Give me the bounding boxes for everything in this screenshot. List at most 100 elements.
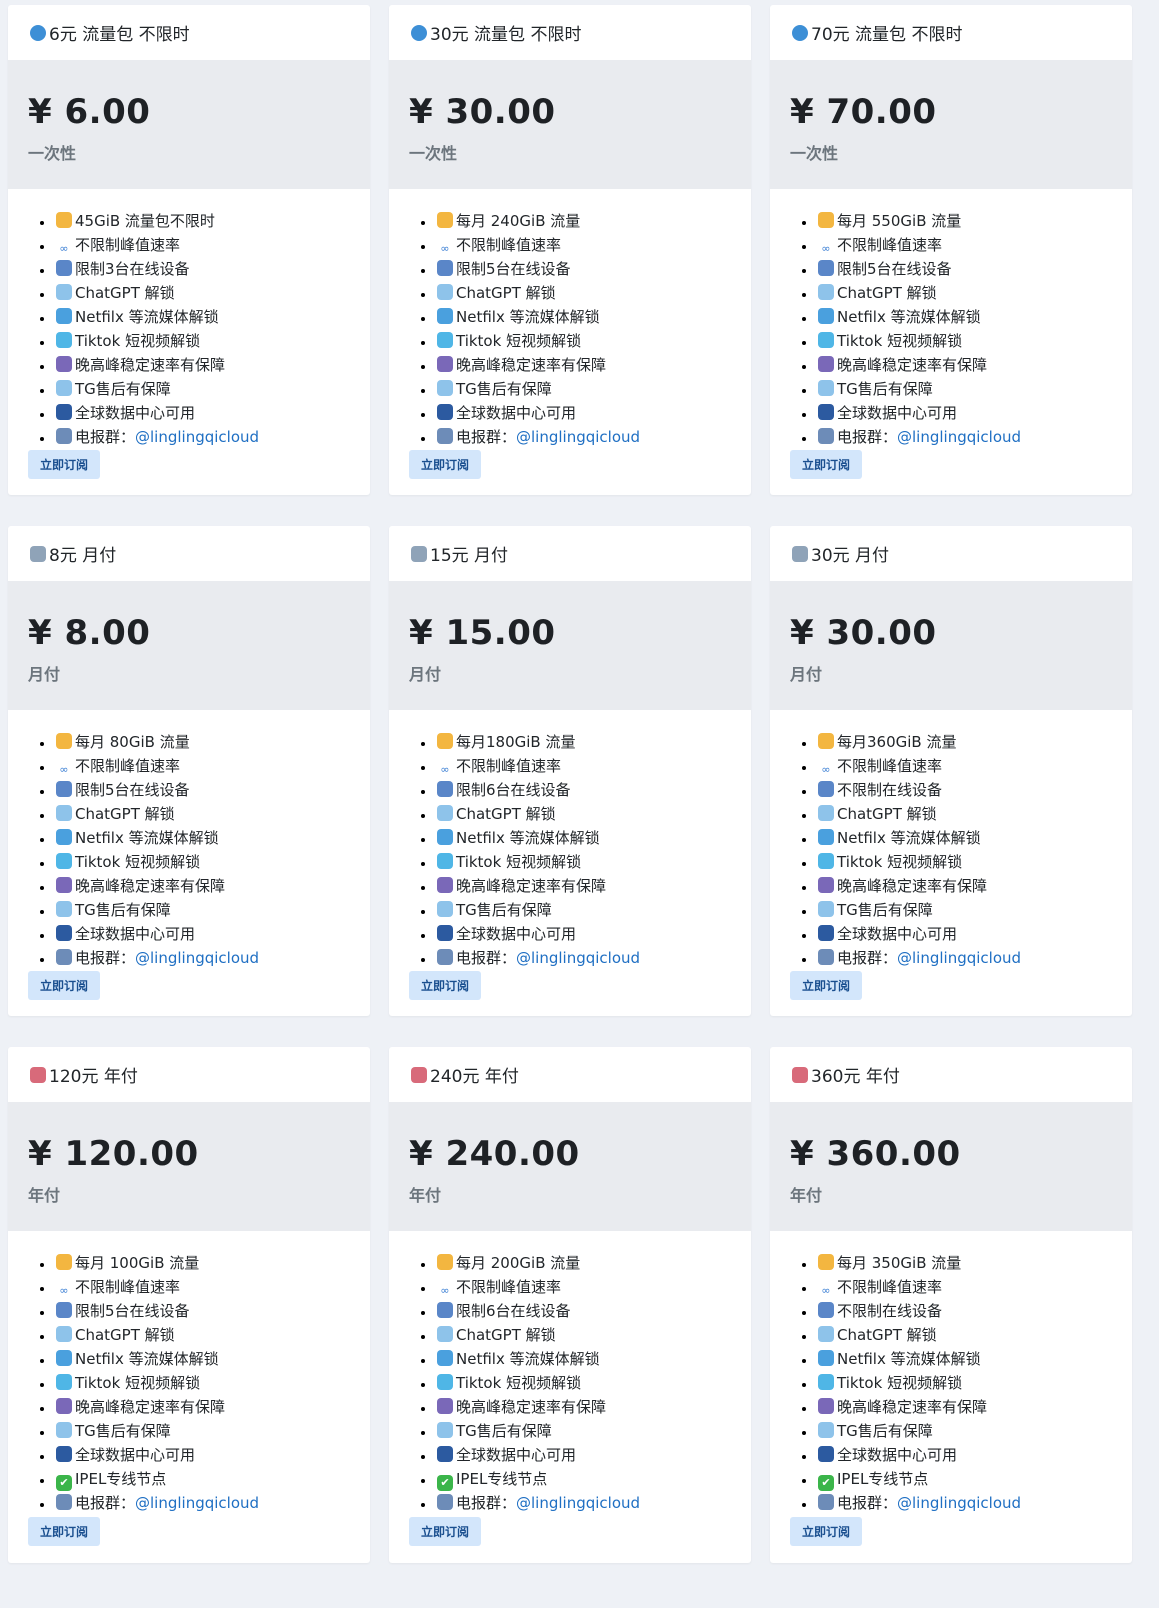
- feature-item: ChatGPT 解锁: [435, 1323, 751, 1347]
- price-amount: ¥ 120.00: [28, 1134, 199, 1174]
- person-icon: [56, 1254, 72, 1270]
- telegram-group-link[interactable]: @linglingqicloud: [516, 428, 640, 446]
- feature-item: 全球数据中心可用: [435, 401, 751, 425]
- subscribe-button[interactable]: 立即订阅: [409, 1517, 481, 1546]
- plan-name: 30元 流量包 不限时: [430, 25, 582, 45]
- plan-card: 15元 月付¥ 15.00月付每月180GiB 流量∞不限制峰值速率限制6台在线…: [389, 526, 751, 1016]
- speech-icon: [56, 428, 72, 444]
- feature-item: 全球数据中心可用: [54, 922, 370, 946]
- feature-item: TG售后有保障: [54, 1419, 370, 1443]
- speech-icon: [56, 1494, 72, 1510]
- feature-text: IPEL专线节点: [75, 1470, 167, 1488]
- feature-item: ∞不限制峰值速率: [816, 1275, 1132, 1299]
- dolphin-icon: [818, 853, 834, 869]
- telegram-group-link[interactable]: @linglingqicloud: [897, 949, 1021, 967]
- feature-item: ChatGPT 解锁: [435, 802, 751, 826]
- feature-text: 全球数据中心可用: [75, 1446, 196, 1464]
- feature-text: 电报群：: [837, 1494, 898, 1512]
- feature-item: ∞不限制峰值速率: [816, 754, 1132, 778]
- subscribe-button[interactable]: 立即订阅: [409, 450, 481, 479]
- feature-text: 晚高峰稳定速率有保障: [75, 356, 226, 374]
- feature-item: 45GiB 流量包不限时: [54, 209, 370, 233]
- telegram-group-link[interactable]: @linglingqicloud: [135, 1494, 259, 1512]
- feature-text: TG售后有保障: [837, 380, 933, 398]
- fish-icon: [56, 1350, 72, 1366]
- feature-list: 每月360GiB 流量∞不限制峰值速率不限制在线设备ChatGPT 解锁Netf…: [770, 710, 1132, 970]
- subscribe-button[interactable]: 立即订阅: [409, 971, 481, 1000]
- satellite-icon: [437, 1446, 453, 1462]
- feature-text: 全球数据中心可用: [837, 404, 958, 422]
- subscribe-button[interactable]: 立即订阅: [790, 1517, 862, 1546]
- speech-icon: [437, 1494, 453, 1510]
- feature-text: 不限制峰值速率: [456, 757, 562, 775]
- feature-item: 电报群：@linglingqicloud: [816, 1491, 1132, 1515]
- feature-item: 限制5台在线设备: [54, 778, 370, 802]
- telegram-group-link[interactable]: @linglingqicloud: [516, 949, 640, 967]
- feature-item: 限制6台在线设备: [435, 1299, 751, 1323]
- rocket-icon: [411, 1066, 427, 1083]
- subscribe-button[interactable]: 立即订阅: [790, 450, 862, 479]
- telegram-group-link[interactable]: @linglingqicloud: [897, 428, 1021, 446]
- feature-text: Netfilx 等流媒体解锁: [837, 829, 981, 847]
- feature-text: TG售后有保障: [75, 380, 171, 398]
- feature-item: 晚高峰稳定速率有保障: [54, 1395, 370, 1419]
- chart-icon: [56, 260, 72, 276]
- feature-text: 限制3台在线设备: [75, 260, 190, 278]
- feature-item: TG售后有保障: [816, 377, 1132, 401]
- feature-item: ✔IPEL专线节点: [435, 1467, 751, 1491]
- feature-item: TG售后有保障: [435, 898, 751, 922]
- fish-icon: [818, 829, 834, 845]
- subscribe-button[interactable]: 立即订阅: [790, 971, 862, 1000]
- feature-text: Netfilx 等流媒体解锁: [456, 308, 600, 326]
- feature-list: 每月 200GiB 流量∞不限制峰值速率限制6台在线设备ChatGPT 解锁Ne…: [389, 1231, 751, 1515]
- planet-icon: [437, 356, 453, 372]
- feature-text: ChatGPT 解锁: [75, 1326, 175, 1344]
- dolphin-icon: [818, 332, 834, 348]
- plan-title: 240元 年付: [389, 1047, 751, 1102]
- price-period: 年付: [28, 1186, 61, 1205]
- feature-item: 晚高峰稳定速率有保障: [816, 353, 1132, 377]
- telegram-group-link[interactable]: @linglingqicloud: [135, 428, 259, 446]
- feature-text: 电报群：: [75, 428, 136, 446]
- feature-list: 每月 80GiB 流量∞不限制峰值速率限制5台在线设备ChatGPT 解锁Net…: [8, 710, 370, 970]
- robot-icon: [437, 901, 453, 917]
- chart-icon: [437, 781, 453, 797]
- feature-item: 每月 350GiB 流量: [816, 1251, 1132, 1275]
- feature-item: 每月360GiB 流量: [816, 730, 1132, 754]
- feature-item: TG售后有保障: [816, 1419, 1132, 1443]
- feature-text: 每月180GiB 流量: [456, 733, 576, 751]
- feature-item: ChatGPT 解锁: [54, 281, 370, 305]
- feature-text: Netfilx 等流媒体解锁: [75, 829, 219, 847]
- feature-item: 限制3台在线设备: [54, 257, 370, 281]
- feature-item: Tiktok 短视频解锁: [816, 1371, 1132, 1395]
- feature-text: IPEL专线节点: [456, 1470, 548, 1488]
- feature-text: TG售后有保障: [456, 1422, 552, 1440]
- subscribe-button[interactable]: 立即订阅: [28, 1517, 100, 1546]
- feature-text: 不限制峰值速率: [456, 236, 562, 254]
- subscribe-button[interactable]: 立即订阅: [28, 971, 100, 1000]
- plan-card: 360元 年付¥ 360.00年付每月 350GiB 流量∞不限制峰值速率不限制…: [770, 1047, 1132, 1563]
- telegram-group-link[interactable]: @linglingqicloud: [516, 1494, 640, 1512]
- robot-icon: [437, 1422, 453, 1438]
- feature-text: Tiktok 短视频解锁: [75, 332, 201, 350]
- feature-text: 不限制峰值速率: [75, 1278, 181, 1296]
- feature-item: 晚高峰稳定速率有保障: [435, 353, 751, 377]
- plan-card: 240元 年付¥ 240.00年付每月 200GiB 流量∞不限制峰值速率限制6…: [389, 1047, 751, 1563]
- feature-text: Tiktok 短视频解锁: [837, 853, 963, 871]
- plan-card: 70元 流量包 不限时¥ 70.00一次性每月 550GiB 流量∞不限制峰值速…: [770, 5, 1132, 495]
- feature-text: 全球数据中心可用: [75, 404, 196, 422]
- feature-text: 晚高峰稳定速率有保障: [837, 1398, 988, 1416]
- feature-text: Tiktok 短视频解锁: [837, 332, 963, 350]
- telegram-group-link[interactable]: @linglingqicloud: [135, 949, 259, 967]
- check-icon: ✔: [437, 1475, 453, 1491]
- subscribe-button[interactable]: 立即订阅: [28, 450, 100, 479]
- price-period: 月付: [409, 665, 442, 684]
- robot-icon: [437, 380, 453, 396]
- feature-text: ChatGPT 解锁: [837, 1326, 937, 1344]
- feature-item: ChatGPT 解锁: [816, 281, 1132, 305]
- telegram-group-link[interactable]: @linglingqicloud: [897, 1494, 1021, 1512]
- feature-text: 电报群：: [456, 949, 517, 967]
- feature-text: Netfilx 等流媒体解锁: [837, 308, 981, 326]
- feature-item: Netfilx 等流媒体解锁: [816, 1347, 1132, 1371]
- feature-item: 限制6台在线设备: [435, 778, 751, 802]
